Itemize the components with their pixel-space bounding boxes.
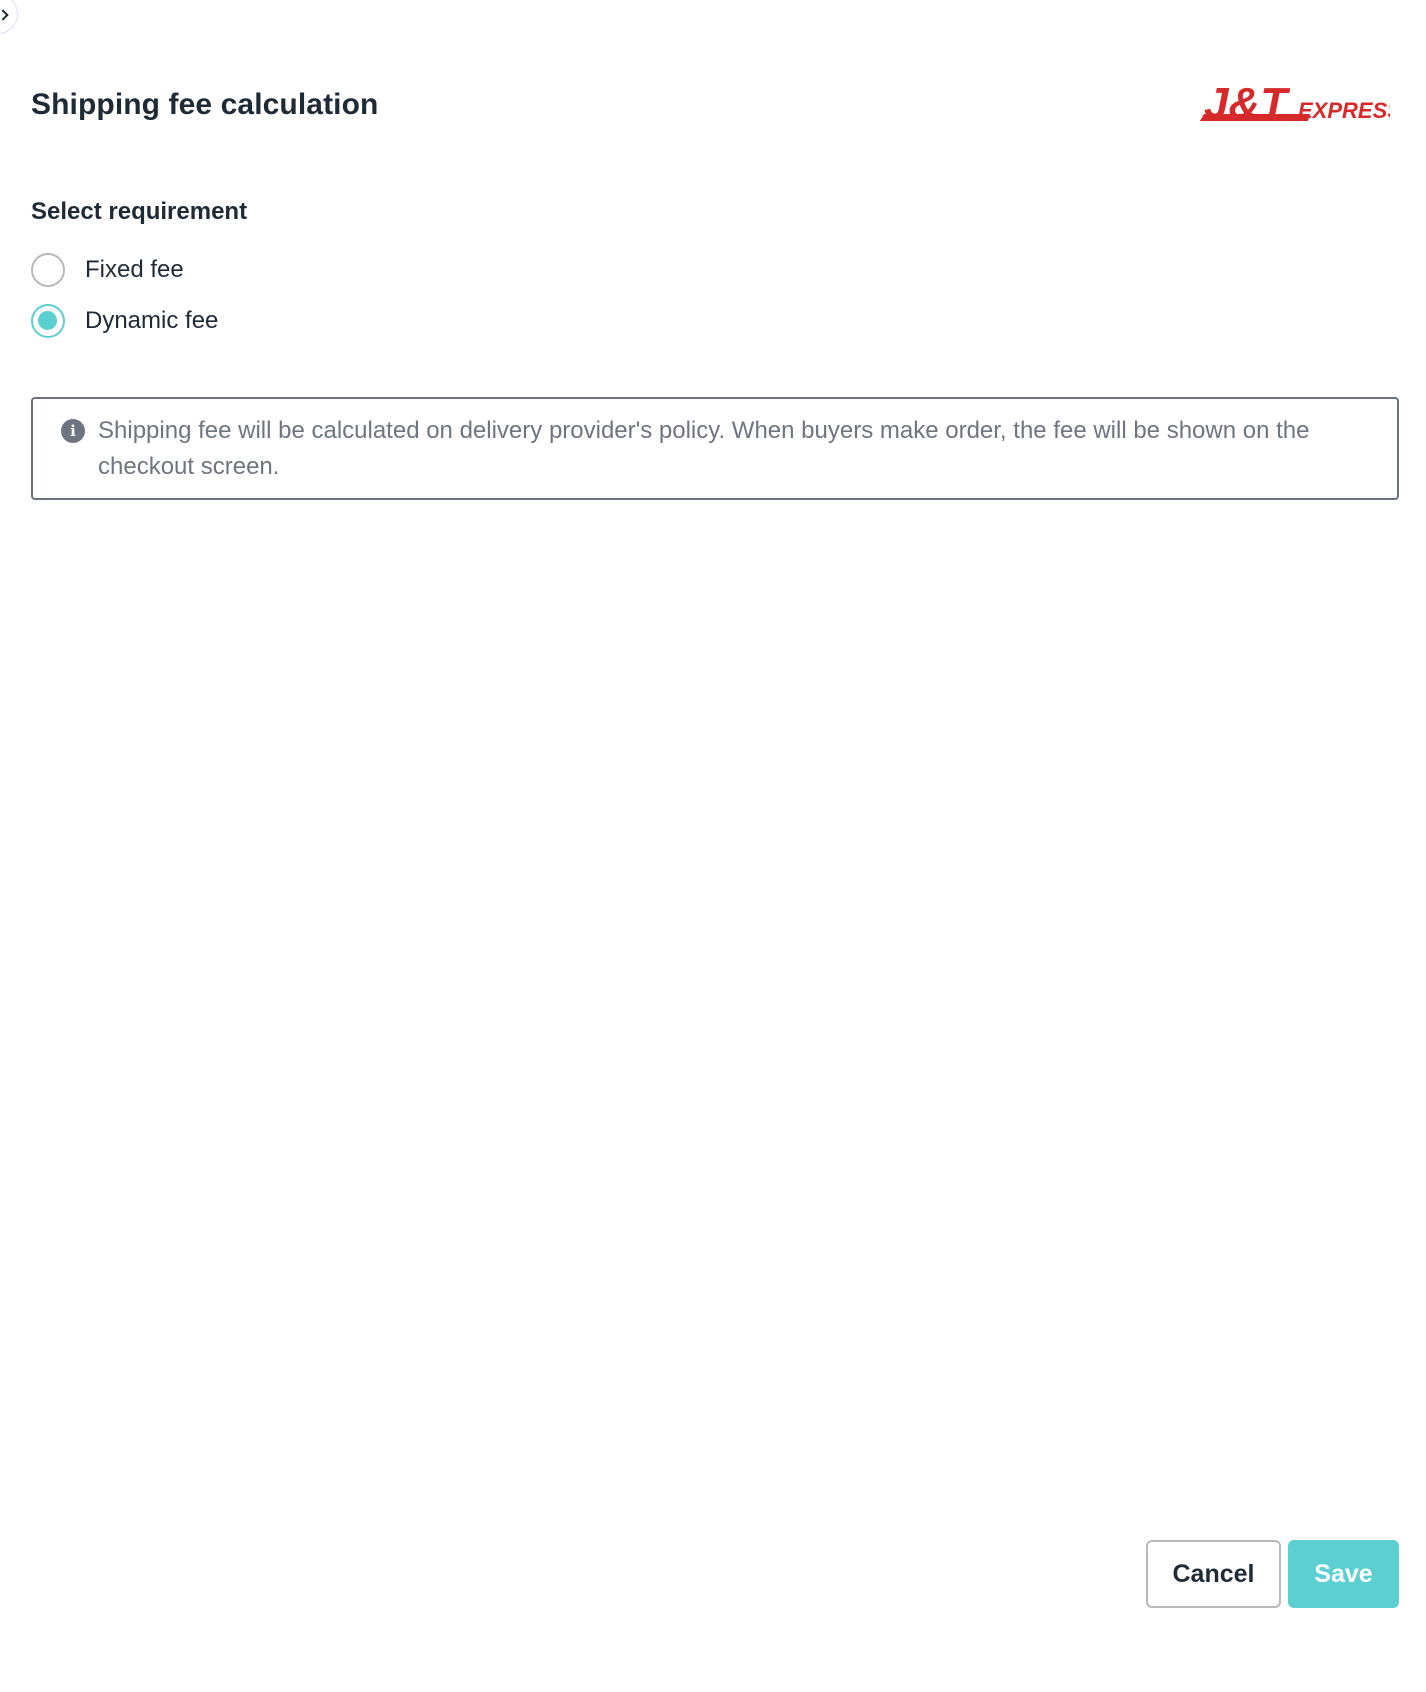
back-button[interactable] <box>0 0 18 34</box>
radio-button-checked[interactable] <box>31 304 65 338</box>
logo-main-text: J&T <box>1204 79 1290 128</box>
info-notice: i Shipping fee will be calculated on del… <box>31 397 1399 500</box>
info-icon: i <box>61 419 85 443</box>
radio-button-unchecked[interactable] <box>31 253 65 287</box>
radio-label: Dynamic fee <box>85 307 219 334</box>
logo-sub-text: EXPRESS <box>1298 98 1390 123</box>
cancel-button[interactable]: Cancel <box>1146 1540 1281 1608</box>
jt-express-logo: J&T EXPRESS <box>1190 74 1390 130</box>
requirement-label: Select requirement <box>31 198 248 225</box>
save-button[interactable]: Save <box>1288 1540 1399 1608</box>
shipping-fee-page: Shipping fee calculation J&T EXPRESS Sel… <box>0 0 1426 1692</box>
page-title: Shipping fee calculation <box>31 88 379 121</box>
radio-label: Fixed fee <box>85 256 184 283</box>
info-text: Shipping fee will be calculated on deliv… <box>98 417 1310 480</box>
chevron-right-icon <box>0 9 9 21</box>
radio-option-dynamic-fee[interactable]: Dynamic fee <box>31 303 218 339</box>
radio-selected-dot <box>38 311 57 330</box>
radio-option-fixed-fee[interactable]: Fixed fee <box>31 252 184 288</box>
